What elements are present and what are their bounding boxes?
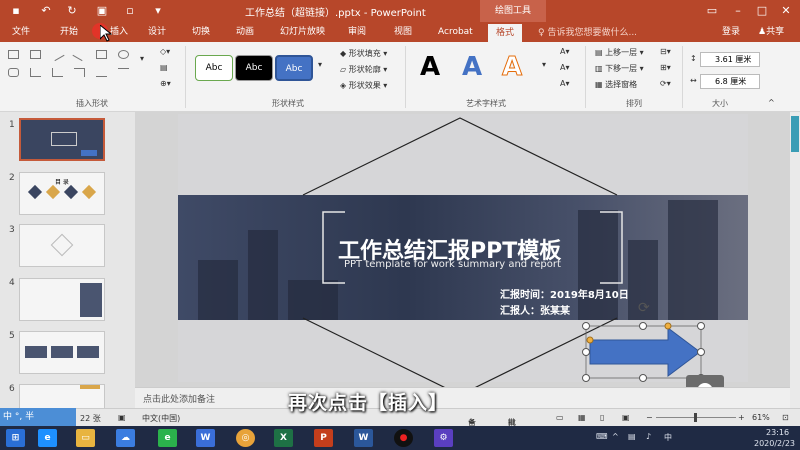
language-indicator[interactable]: 中文(中国) [142,413,180,424]
resize-handle[interactable] [582,374,590,382]
resize-handle[interactable] [639,322,647,330]
tray-arrow-icon[interactable]: ^ [612,432,619,441]
mouse-cursor [92,23,114,42]
keyboard-icon[interactable]: ⌨ [596,432,608,441]
file-explorer-icon[interactable]: ▭ [76,429,95,447]
notes-pane[interactable]: 点击此处添加备注 [135,387,790,408]
network-icon[interactable]: ▤ [628,432,636,441]
ime-status: 中 °, 半 [3,412,35,422]
zoom-out-icon[interactable]: − [646,413,653,422]
ime-toolbar[interactable]: 中 °, 半 [0,408,76,426]
reading-view-icon[interactable]: ▯ [600,413,604,422]
adjust-handle[interactable] [586,336,594,344]
excel-icon[interactable]: X [274,429,293,447]
video-caption: 再次点击【插入】 [288,392,449,414]
volume-icon[interactable]: ♪ [646,432,651,441]
resize-handle[interactable] [582,348,590,356]
zoom-slider-thumb[interactable] [694,413,697,422]
cloud-drive-icon[interactable]: ☁ [116,429,135,447]
resize-handle[interactable] [697,348,705,356]
chrome-icon[interactable]: ◎ [236,429,255,447]
input-method-icon[interactable]: 中 [664,432,672,443]
spellcheck-icon[interactable]: ▣ [118,413,126,422]
slideshow-view-icon[interactable]: ▣ [622,413,630,422]
notes-placeholder: 点击此处添加备注 [143,395,216,405]
ie-icon[interactable]: e [38,429,57,447]
hexagon-bottom-line [302,317,618,396]
adjust-handle[interactable] [664,322,672,330]
zoom-level[interactable]: 61% [752,413,770,422]
scroll-thumb[interactable] [791,116,799,152]
clock-time[interactable]: 23:16 [766,428,789,437]
slide-sorter-icon[interactable]: ▦ [578,413,586,422]
zoom-in-icon[interactable]: + [738,413,745,422]
rotate-handle-icon[interactable]: ⟳ [638,300,650,316]
right-arrow-shape[interactable] [589,327,701,377]
slide-count: 22 张 [80,414,101,423]
powerpoint-icon[interactable]: P [314,429,333,447]
recorder-icon[interactable]: ● [394,429,413,447]
normal-view-icon[interactable]: ▭ [556,413,564,422]
title-frame-right [600,211,623,284]
slide-report-time[interactable]: 汇报时间：2019年8月10日 [500,286,629,301]
resize-handle[interactable] [697,322,705,330]
record-dot-icon: ● [399,433,408,443]
resize-handle[interactable] [582,322,590,330]
start-icon[interactable]: ⊞ [6,429,25,447]
word-icon[interactable]: W [354,429,373,447]
pointer-icon [100,25,113,42]
fit-slide-icon[interactable]: ⊡ [782,413,789,422]
settings-app-icon[interactable]: ⚙ [434,429,453,447]
slide-graphics: ⟳ [302,117,724,407]
resize-handle[interactable] [639,374,647,382]
browser-360-icon[interactable]: e [158,429,177,447]
vertical-scrollbar[interactable] [790,112,800,408]
slide-reporter[interactable]: 汇报人：张某某 [500,302,570,317]
taskbar: ⊞ e ▭ ☁ e W ◎ X P W ● ⚙ ⌨ ^ ▤ ♪ 中 23:16 … [0,426,800,450]
hexagon-top-line [302,117,618,196]
clock-date[interactable]: 2020/2/23 [754,439,795,448]
slide-subtitle[interactable]: PPT template for work summary and report [344,259,561,270]
wps-icon[interactable]: W [196,429,215,447]
